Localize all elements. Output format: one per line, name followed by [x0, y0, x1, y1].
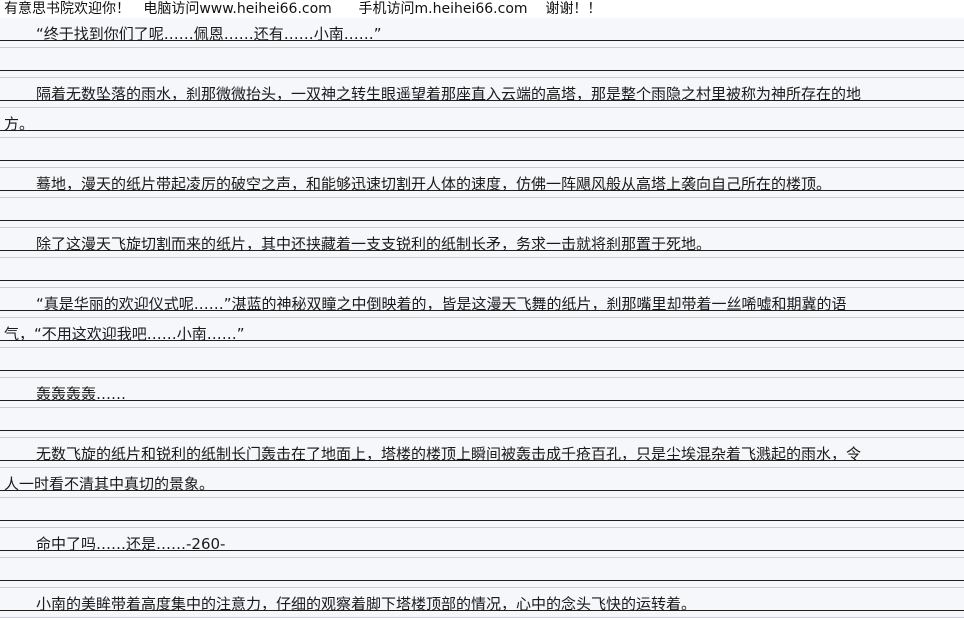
text-line: 方。 [4, 115, 35, 133]
thanks-text: 谢谢！！ [545, 1, 602, 17]
site-banner: 有意思书院欢迎你！ 电脑访问www.heihei66.com 手机访问m.hei… [0, 0, 610, 18]
mobile-access-link[interactable]: 手机访问m.heihei66.com [359, 1, 528, 17]
pc-access-link[interactable]: 电脑访问www.heihei66.com [143, 1, 331, 17]
text-line: 蓦地，漫天的纸片带起凌厉的破空之声，和能够迅速切割开人体的速度，仿佛一阵飓风般从… [36, 175, 832, 193]
text-line: 命中了吗……还是……-260- [36, 535, 226, 553]
text-line: 隔着无数坠落的雨水，刹那微微抬头，一双神之转生眼遥望着那座直入云端的高塔，那是整… [36, 85, 862, 103]
text-line: “终于找到你们了呢……佩恩……还有……小南……” [36, 25, 382, 43]
text-line: 气，“不用这欢迎我吧……小南……” [4, 325, 245, 343]
site-name: 有意思书院欢迎你！ [4, 1, 130, 17]
text-line: 小南的美眸带着高度集中的注意力，仔细的观察着脚下塔楼顶部的情况，心中的念头飞快的… [36, 595, 697, 613]
text-line: 除了这漫天飞旋切割而来的纸片，其中还挟藏着一支支锐利的纸制长矛，务求一击就将刹那… [36, 235, 712, 253]
text-line: 无数飞旋的纸片和锐利的纸制长门轰击在了地面上，塔楼的楼顶上瞬间被轰击成千疮百孔，… [36, 445, 862, 463]
text-line: “真是华丽的欢迎仪式呢……”湛蓝的神秘双瞳之中倒映着的，皆是这漫天飞舞的纸片，刹… [36, 295, 847, 313]
ruled-page-background [0, 18, 964, 618]
text-line: 人一时看不清其中真切的景象。 [4, 475, 215, 493]
text-line: 轰轰轰轰…… [36, 385, 127, 403]
